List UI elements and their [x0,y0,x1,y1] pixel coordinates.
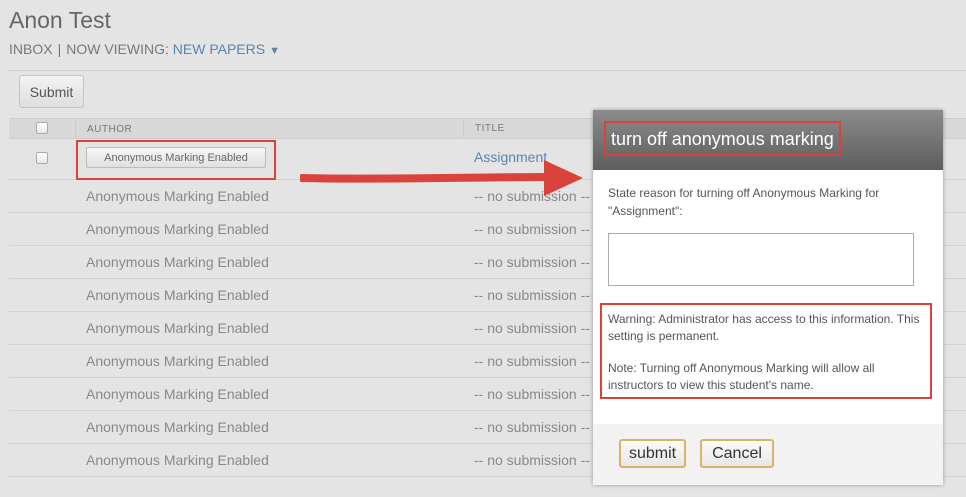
now-viewing-label: NOW VIEWING: [66,41,169,57]
dialog-submit-button[interactable]: submit [619,439,686,468]
caret-down-icon: ▼ [269,45,280,57]
row-title: -- no submission -- [474,287,590,303]
breadcrumb: INBOX | NOW VIEWING: NEW PAPERS ▼ [9,41,280,57]
row-author: Anonymous Marking Enabled [86,452,269,468]
dialog-body: State reason for turning off Anonymous M… [593,170,943,424]
row-author: Anonymous Marking Enabled [86,353,269,369]
warning-box: Warning: Administrator has access to thi… [600,303,932,399]
highlight-box-anonymous-button [76,140,276,180]
header-divider [9,70,966,71]
row-author: Anonymous Marking Enabled [86,254,269,270]
breadcrumb-separator: | [57,41,62,57]
dialog-cancel-button[interactable]: Cancel [700,439,774,468]
dialog-title: turn off anonymous marking [604,121,841,156]
row-author: Anonymous Marking Enabled [86,287,269,303]
row-author: Anonymous Marking Enabled [86,188,269,204]
dialog-footer: submit Cancel [593,424,943,485]
row-title: -- no submission -- [474,419,590,435]
reason-textarea[interactable] [608,233,914,286]
callout-arrow-icon [300,160,583,196]
row-author: Anonymous Marking Enabled [86,221,269,237]
row-author: Anonymous Marking Enabled [86,320,269,336]
reason-label: State reason for turning off Anonymous M… [608,186,880,218]
row-title: -- no submission -- [474,320,590,336]
row-title: -- no submission -- [474,254,590,270]
view-filter-dropdown[interactable]: NEW PAPERS ▼ [173,41,280,57]
select-all-checkbox[interactable] [36,122,48,134]
anonymous-marking-dialog: turn off anonymous marking State reason … [593,110,943,485]
dialog-header: turn off anonymous marking [593,110,943,170]
view-filter-value: NEW PAPERS [172,41,266,57]
row-checkbox[interactable] [36,152,48,164]
row-author: Anonymous Marking Enabled [86,419,269,435]
row-title: -- no submission -- [474,221,590,237]
note-text: Note: Turning off Anonymous Marking will… [608,361,875,392]
column-author[interactable]: AUTHOR [75,119,464,138]
inbox-link[interactable]: INBOX [9,41,53,57]
row-title: -- no submission -- [474,353,590,369]
warning-text: Warning: Administrator has access to thi… [608,312,920,343]
submit-paper-button[interactable]: Submit [19,75,84,108]
row-author: Anonymous Marking Enabled [86,386,269,402]
page-title: Anon Test [9,7,111,33]
row-title: -- no submission -- [474,386,590,402]
row-title: -- no submission -- [474,452,590,468]
